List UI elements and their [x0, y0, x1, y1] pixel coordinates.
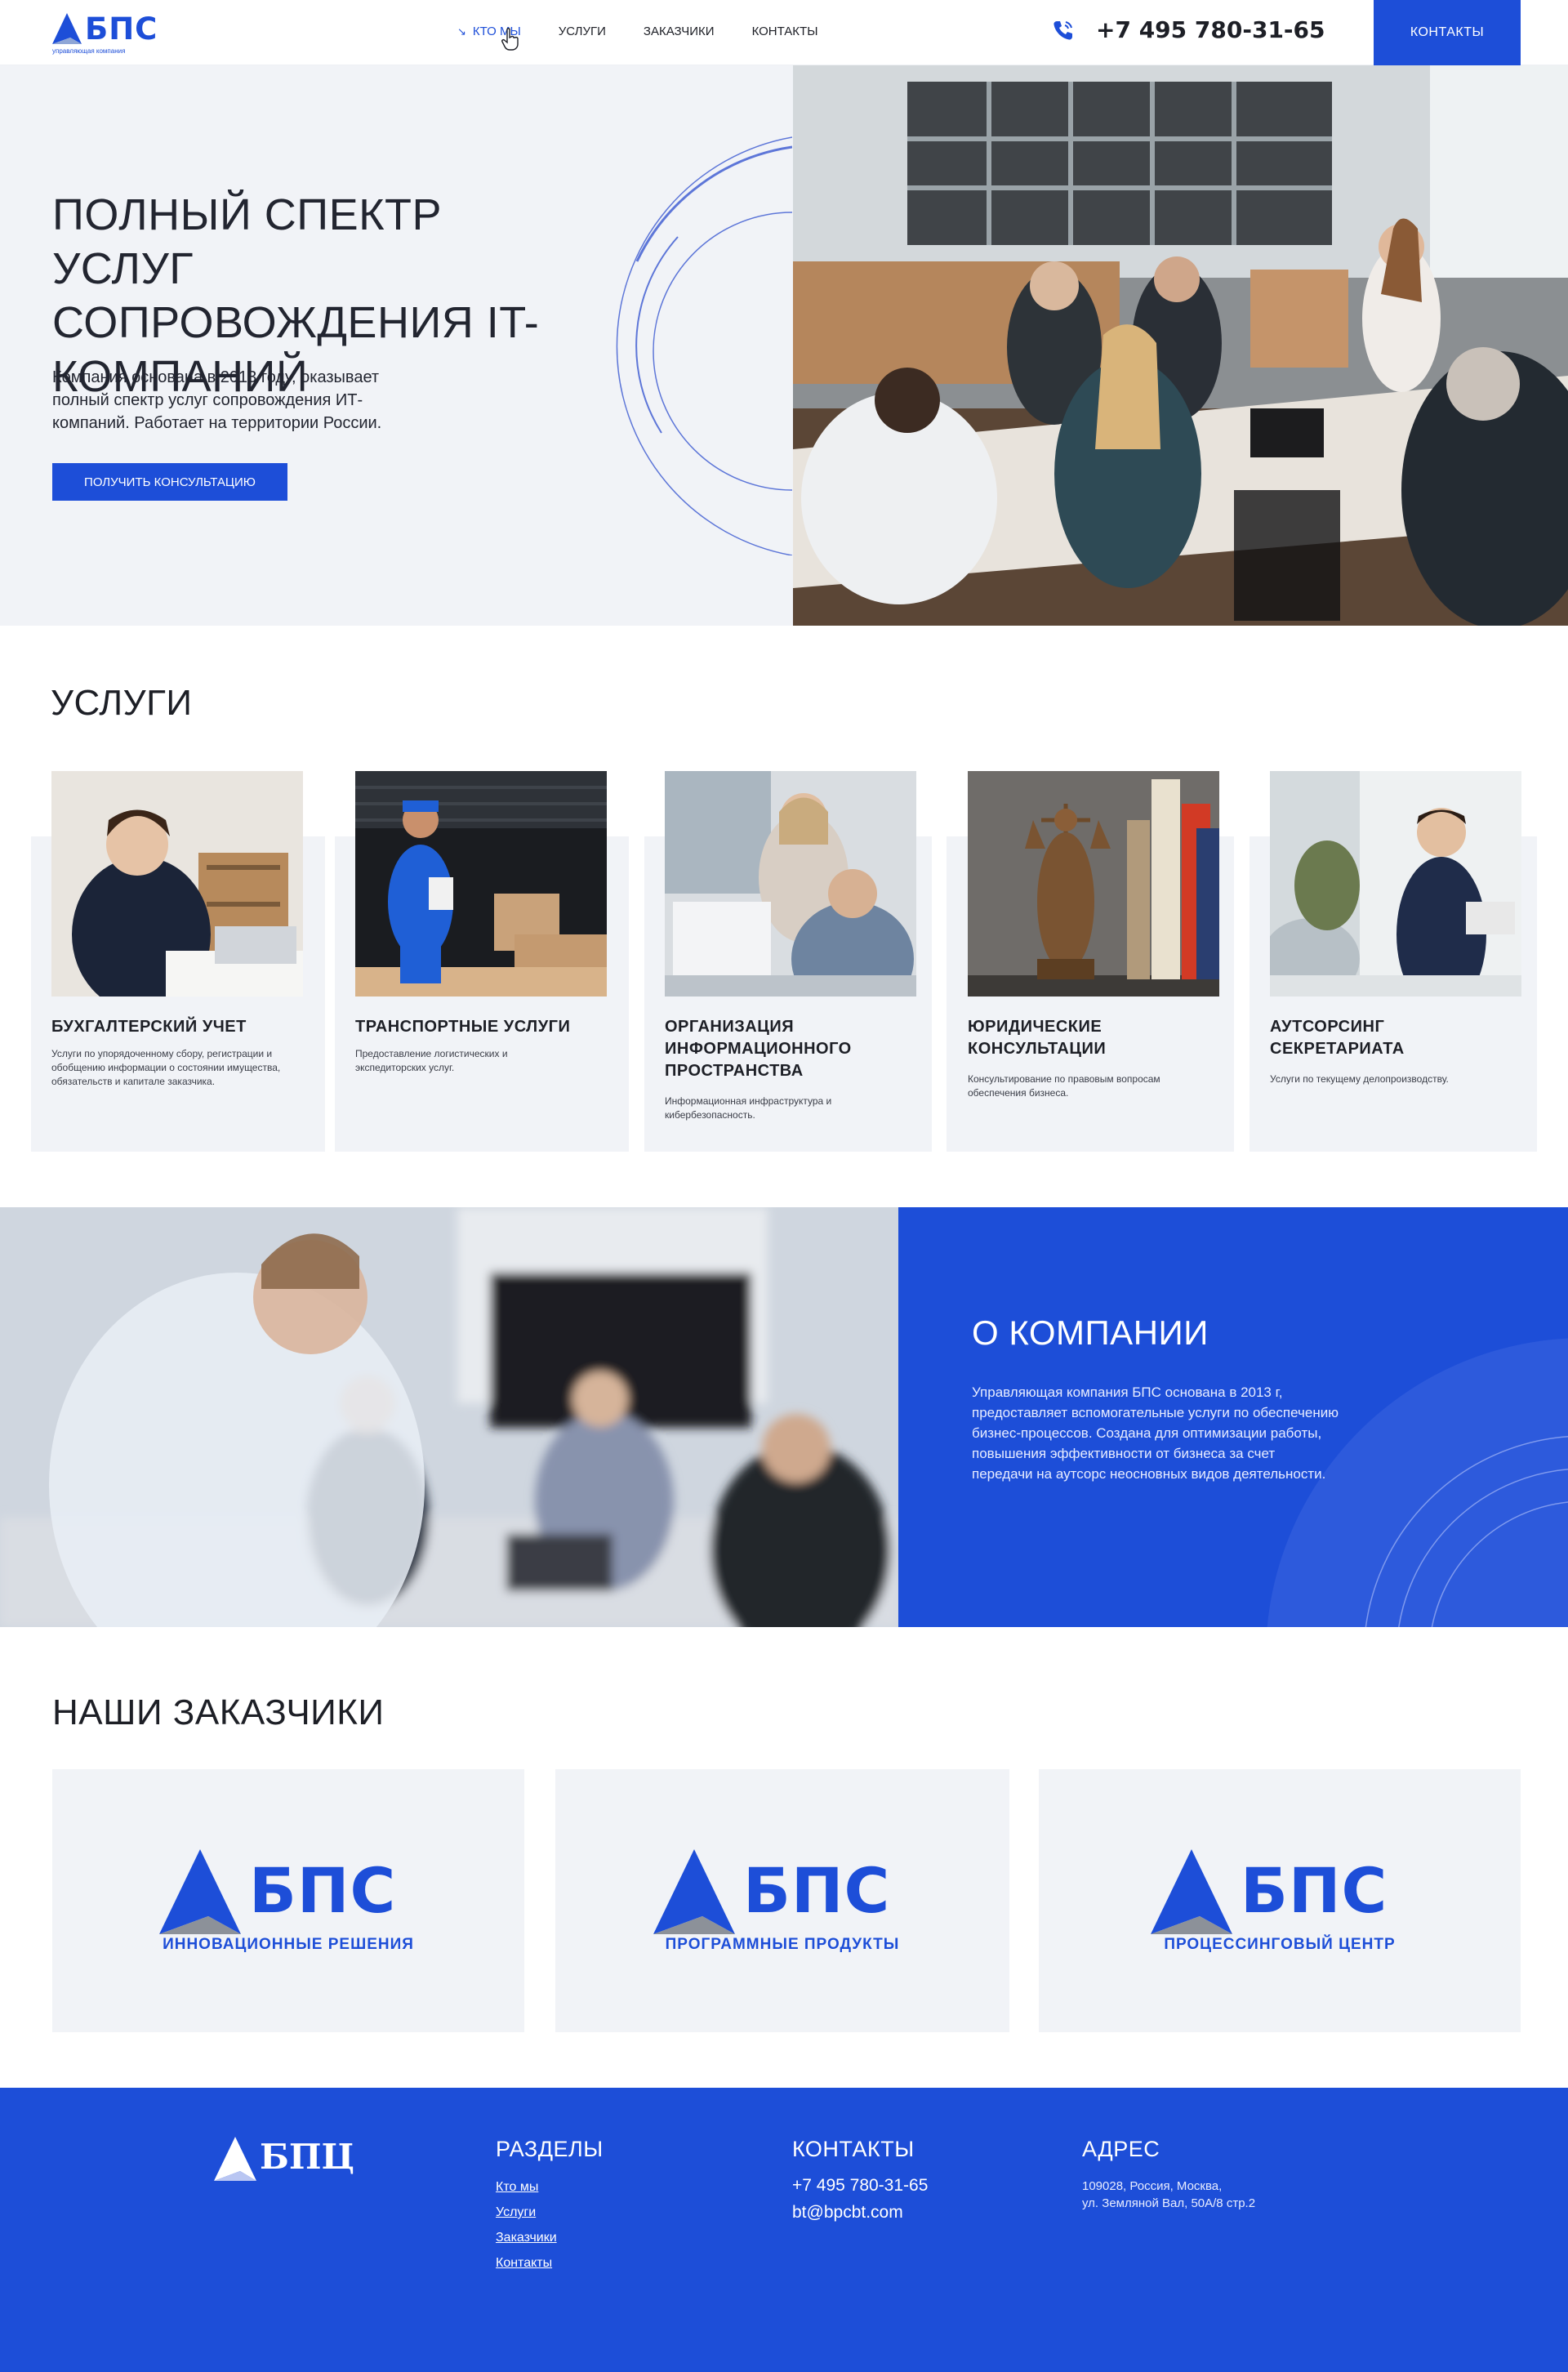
service-title: Организация информационного пространства [665, 1018, 852, 1080]
about-section: О компании Управляющая компания БПС осно… [898, 1207, 1568, 1627]
footer-phone[interactable]: +7 495 780-31-65 [792, 2176, 928, 2196]
logo-triangle-icon [1151, 1849, 1232, 1934]
about-meeting-photo [0, 1207, 898, 1627]
logo-triangle-icon [214, 2137, 256, 2181]
client-name: БПС [743, 1854, 891, 1927]
service-image-accounting [51, 771, 303, 997]
client-card[interactable]: БПС Инновационные решения [52, 1769, 524, 2032]
site-header: БПС управляющая компания ↘ Кто мы Услуги… [0, 0, 1568, 65]
footer-link-contacts[interactable]: Контакты [496, 2256, 552, 2271]
nav-item-clients[interactable]: Заказчики [644, 25, 715, 38]
service-description: Предоставление логистических и экспедито… [355, 1048, 508, 1073]
client-caption: Инновационные решения [163, 1936, 414, 1953]
footer-logo-text: БПЦ [260, 2137, 355, 2177]
client-logo: БПС Процессинговый центр [1149, 1848, 1410, 1954]
service-image-it [665, 771, 916, 997]
logo-text: БПС [85, 11, 158, 47]
service-description: Информационная инфраструктура и кибербез… [665, 1095, 832, 1121]
client-card[interactable]: БПС Программные продукты [555, 1769, 1009, 2032]
client-name: БПС [249, 1854, 397, 1927]
client-card[interactable]: БПС Процессинговый центр [1039, 1769, 1521, 2032]
client-logo: БПС Инновационные решения [158, 1848, 419, 1954]
nav-item-services[interactable]: Услуги [559, 25, 606, 38]
site-logo[interactable]: БПС управляющая компания [51, 10, 157, 57]
service-title: Аутсорсинг секретариата [1270, 1018, 1405, 1058]
footer-address-title: Адрес [1082, 2137, 1160, 2161]
service-description: Консультирование по правовым вопросам об… [968, 1073, 1160, 1099]
service-image-transport [355, 771, 607, 997]
footer-logo[interactable]: БПЦ [212, 2135, 355, 2187]
service-description: Услуги по упорядоченному сбору, регистра… [51, 1048, 281, 1087]
service-image-secretariat [1270, 771, 1521, 997]
logo-subtitle: управляющая компания [52, 47, 126, 55]
decorative-arcs [616, 136, 792, 555]
client-caption: Программные продукты [665, 1936, 900, 1953]
about-title: О компании [972, 1313, 1209, 1352]
service-title: Транспортные услуги [355, 1018, 571, 1036]
client-name: БПС [1241, 1854, 1388, 1927]
hero-office-photo [793, 65, 1568, 626]
services-title: Услуги [51, 683, 193, 723]
footer-address-line2: ул. Земляной Вал, 50А/8 стр.2 [1082, 2196, 1256, 2210]
logo-triangle-icon [159, 1849, 241, 1934]
footer-link-about[interactable]: Кто мы [496, 2180, 538, 2195]
phone-number[interactable]: +7 495 780-31-65 [1096, 16, 1325, 43]
consultation-button[interactable]: Получить консультацию [52, 463, 287, 501]
hand-cursor-icon [501, 28, 519, 51]
footer-link-clients[interactable]: Заказчики [496, 2231, 557, 2245]
footer-email[interactable]: bt@bpcbt.com [792, 2203, 903, 2223]
footer-address-line1: 109028, Россия, Москва, [1082, 2179, 1223, 2193]
service-title: Бухгалтерский учет [51, 1018, 247, 1036]
footer-link-services[interactable]: Услуги [496, 2205, 536, 2220]
site-footer: БПЦ Разделы Кто мы Услуги Заказчики Конт… [0, 2088, 1568, 2372]
nav-item-contacts[interactable]: Контакты [752, 25, 818, 38]
clients-title: Наши заказчики [52, 1692, 385, 1732]
service-title: Юридические консультации [968, 1018, 1107, 1058]
client-caption: Процессинговый центр [1164, 1936, 1396, 1953]
footer-contacts-title: Контакты [792, 2137, 915, 2161]
contacts-button[interactable]: Контакты [1374, 0, 1521, 65]
about-text: Управляющая компания БПС основана в 2013… [972, 1384, 1339, 1482]
header-phone[interactable]: +7 495 780-31-65 [1052, 16, 1325, 43]
footer-sections-title: Разделы [496, 2137, 604, 2161]
logo-triangle-icon [52, 13, 82, 44]
hero-section: Полный спектр услуг сопровождения IT-ком… [0, 65, 1568, 626]
hero-description: Компания основана в 2013 году, оказывает… [52, 368, 382, 432]
service-image-legal [968, 771, 1219, 997]
logo-triangle-icon [653, 1849, 735, 1934]
arrow-down-right-icon: ↘ [457, 25, 466, 38]
phone-icon [1054, 20, 1072, 40]
service-description: Услуги по текущему делопроизводству. [1270, 1073, 1449, 1085]
client-logo: БПС Программные продукты [652, 1848, 913, 1954]
